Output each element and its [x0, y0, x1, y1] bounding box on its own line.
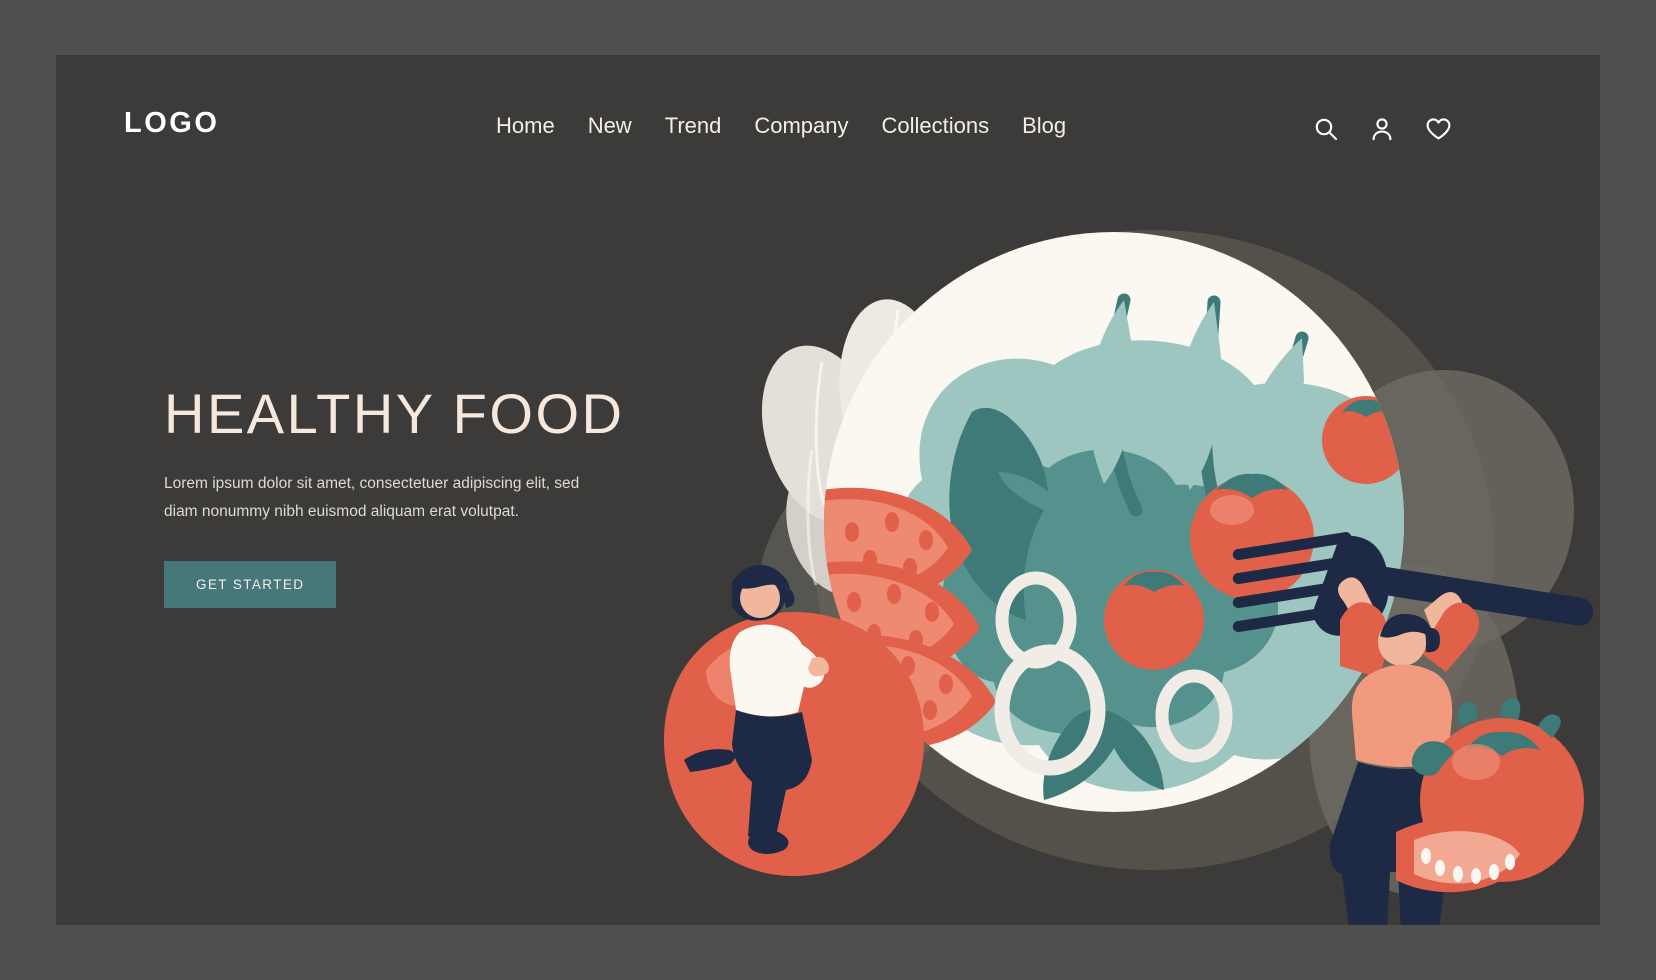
page-root: LOGO Home New Trend Company Collections …: [0, 0, 1656, 980]
nav-item-home[interactable]: Home: [496, 113, 555, 139]
logo[interactable]: LOGO: [124, 107, 219, 140]
user-icon[interactable]: [1368, 115, 1396, 143]
hero-panel: LOGO Home New Trend Company Collections …: [56, 55, 1600, 925]
nav-item-new[interactable]: New: [588, 113, 632, 139]
hero-illustration: [654, 150, 1600, 925]
page-title: HEALTHY FOOD: [164, 382, 625, 445]
hero-description: Lorem ipsum dolor sit amet, consectetuer…: [164, 474, 580, 521]
nav-item-collections[interactable]: Collections: [882, 113, 990, 139]
heart-icon[interactable]: [1424, 115, 1452, 143]
hero-content: HEALTHY FOOD Lorem ipsum dolor sit amet,…: [164, 382, 684, 609]
nav-item-company[interactable]: Company: [754, 113, 848, 139]
nav-item-blog[interactable]: Blog: [1022, 113, 1066, 139]
get-started-button[interactable]: GET STARTED: [164, 561, 337, 609]
search-icon[interactable]: [1312, 115, 1340, 143]
nav-item-trend[interactable]: Trend: [665, 113, 722, 139]
primary-navigation: Home New Trend Company Collections Blog: [496, 113, 1066, 139]
header-icon-group: [1312, 115, 1452, 143]
